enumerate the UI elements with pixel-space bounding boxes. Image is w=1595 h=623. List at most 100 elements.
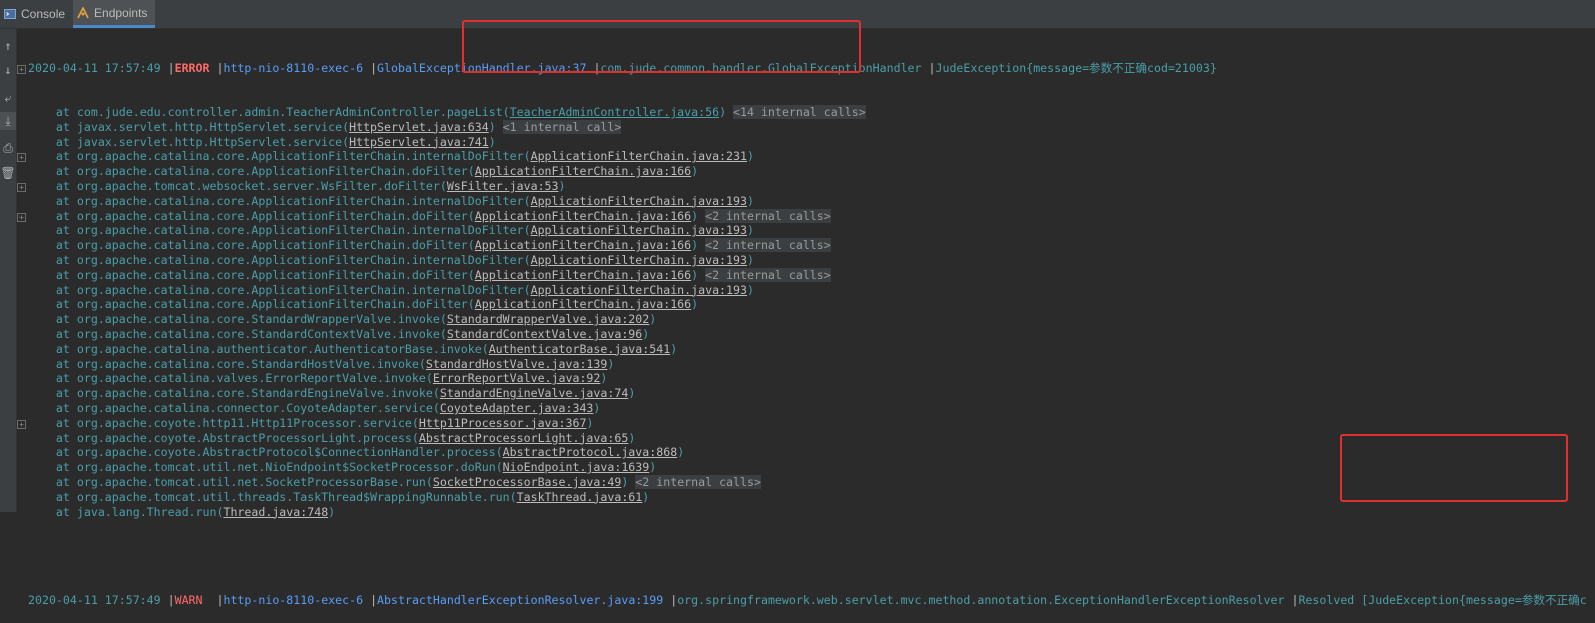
log-separator: |: [1291, 593, 1299, 608]
stack-source-link[interactable]: ApplicationFilterChain.java:193: [531, 253, 747, 267]
up-arrow-icon[interactable]: ↑: [0, 37, 16, 55]
expand-fold-icon[interactable]: +: [17, 153, 26, 163]
internal-calls-badge[interactable]: <2 internal calls>: [705, 267, 831, 282]
stack-at-keyword: at: [55, 149, 70, 164]
stack-frame: at org.apache.catalina.core.ApplicationF…: [55, 238, 831, 253]
stack-method: org.apache.catalina.core.ApplicationFilt…: [76, 223, 524, 238]
expand-fold-icon[interactable]: +: [17, 64, 26, 74]
highlight-box-top: [462, 20, 861, 73]
stack-source-link[interactable]: ApplicationFilterChain.java:193: [531, 223, 747, 237]
internal-calls-badge[interactable]: <2 internal calls>: [635, 474, 761, 489]
stack-source-link[interactable]: AbstractProtocol.java:868: [503, 445, 678, 459]
stack-method: org.apache.catalina.connector.CoyoteAdap…: [76, 400, 433, 415]
stack-at-keyword: at: [55, 297, 70, 312]
stack-source-link[interactable]: Http11Processor.java:367: [419, 416, 587, 430]
stack-frame: at com.jude.edu.controller.admin.Teacher…: [55, 104, 866, 119]
stack-source-link[interactable]: ApplicationFilterChain.java:166: [475, 268, 691, 282]
internal-calls-badge[interactable]: <2 internal calls>: [705, 238, 831, 253]
internal-calls-badge[interactable]: <14 internal calls>: [733, 104, 866, 119]
stack-source-link[interactable]: ApplicationFilterChain.java:193: [531, 194, 747, 208]
tab-endpoints[interactable]: Endpoints: [73, 0, 156, 28]
tab-console[interactable]: Console: [0, 0, 73, 28]
stack-source-link[interactable]: CoyoteAdapter.java:343: [440, 401, 594, 415]
stack-frame: at org.apache.catalina.core.ApplicationF…: [55, 193, 754, 208]
stack-source-link[interactable]: StandardHostValve.java:139: [426, 357, 607, 371]
stack-at-keyword: at: [55, 474, 70, 489]
expand-fold-icon[interactable]: +: [17, 419, 26, 429]
stack-method: javax.servlet.http.HttpServlet.service: [76, 119, 343, 134]
stack-method: org.apache.catalina.core.ApplicationFilt…: [76, 208, 468, 223]
log-separator: |: [670, 593, 678, 608]
stack-method: org.apache.coyote.AbstractProcessorLight…: [76, 430, 412, 445]
internal-calls-badge[interactable]: <2 internal calls>: [705, 208, 831, 223]
console-output: 2020-04-11 17:57:49 |ERROR |http-nio-811…: [28, 31, 1595, 623]
log-level: WARN: [174, 593, 203, 608]
print-icon[interactable]: ⎙: [0, 139, 16, 157]
stack-source-link[interactable]: HttpServlet.java:634: [349, 120, 489, 134]
stack-frame: at org.apache.catalina.core.ApplicationF…: [55, 252, 754, 267]
expand-fold-icon[interactable]: +: [17, 183, 26, 192]
stack-method: org.apache.catalina.core.ApplicationFilt…: [76, 238, 468, 253]
log-thread: http-nio-8110-exec-6: [223, 60, 364, 75]
log-separator: |: [370, 60, 378, 75]
stack-method: org.apache.tomcat.util.net.SocketProcess…: [76, 474, 426, 489]
stack-frame: at org.apache.catalina.core.ApplicationF…: [55, 149, 754, 164]
console-toolbar: ↑ ↓ ⤶ ⤓ ⎙ 🗑: [0, 29, 17, 512]
soft-wrap-icon[interactable]: ⤶: [0, 89, 16, 107]
log-message: JudeException{message=参数不正确cod=21003}: [935, 60, 1217, 75]
tab-label: Console: [21, 7, 66, 21]
log-timestamp: 2020-04-11 17:57:49: [28, 593, 161, 608]
stack-at-keyword: at: [55, 178, 70, 193]
stack-method: org.apache.catalina.core.ApplicationFilt…: [76, 267, 468, 282]
stack-source-link[interactable]: ApplicationFilterChain.java:166: [475, 209, 691, 223]
console-icon: [4, 8, 16, 20]
stack-method: org.apache.tomcat.websocket.server.WsFil…: [76, 178, 440, 193]
stack-frame: at javax.servlet.http.HttpServlet.servic…: [55, 119, 622, 134]
stack-method: org.apache.catalina.core.StandardHostVal…: [76, 356, 419, 371]
down-arrow-icon[interactable]: ↓: [0, 61, 16, 79]
stack-frame: at org.apache.catalina.core.ApplicationF…: [55, 267, 831, 282]
stack-source-link[interactable]: AuthenticatorBase.java:541: [489, 342, 670, 356]
stack-at-keyword: at: [55, 341, 70, 356]
stack-source-link[interactable]: TaskThread.java:61: [517, 490, 643, 504]
stack-source-link[interactable]: ApplicationFilterChain.java:166: [475, 297, 691, 311]
scroll-to-end-icon[interactable]: ⤓: [0, 112, 16, 130]
stack-source-link[interactable]: TeacherAdminController.java:56: [510, 105, 719, 119]
stack-method: org.apache.catalina.core.ApplicationFilt…: [76, 149, 524, 164]
stack-method: org.apache.catalina.core.ApplicationFilt…: [76, 297, 468, 312]
stack-source-link[interactable]: ApplicationFilterChain.java:193: [531, 283, 747, 297]
stack-source-link[interactable]: StandardWrapperValve.java:202: [447, 312, 649, 326]
stack-source-link[interactable]: ApplicationFilterChain.java:166: [475, 238, 691, 252]
stack-at-keyword: at: [55, 252, 70, 267]
trash-icon[interactable]: 🗑: [0, 164, 16, 182]
stack-method: org.apache.catalina.core.StandardWrapper…: [76, 312, 440, 327]
stack-frame: at org.apache.catalina.core.ApplicationF…: [55, 208, 831, 223]
stack-method: org.apache.catalina.core.StandardEngineV…: [76, 386, 433, 401]
log-separator: |: [167, 593, 175, 608]
stack-source-link[interactable]: StandardEngineValve.java:74: [440, 386, 628, 400]
stack-at-keyword: at: [55, 356, 70, 371]
stack-frame: at org.apache.coyote.http11.Http11Proces…: [55, 415, 594, 430]
stack-source-link[interactable]: StandardContextValve.java:96: [447, 327, 642, 341]
tab-label: Endpoints: [94, 5, 148, 20]
stack-at-keyword: at: [55, 193, 70, 208]
stack-method: org.apache.catalina.core.ApplicationFilt…: [76, 282, 524, 297]
stack-source-link[interactable]: ApplicationFilterChain.java:166: [475, 164, 691, 178]
stack-source-link[interactable]: WsFilter.java:53: [447, 179, 559, 193]
stack-method: org.apache.catalina.core.ApplicationFilt…: [76, 193, 524, 208]
expand-fold-icon[interactable]: +: [17, 212, 26, 222]
log-separator: |: [167, 60, 175, 75]
endpoints-icon: [77, 5, 89, 19]
stack-source-link[interactable]: SocketProcessorBase.java:49: [433, 475, 621, 489]
stack-frame: at org.apache.catalina.core.StandardWrap…: [55, 312, 657, 327]
stack-method: org.apache.coyote.http11.Http11Processor…: [76, 415, 412, 430]
stack-source-link[interactable]: ErrorReportValve.java:92: [433, 371, 601, 385]
stack-source-link[interactable]: AbstractProcessorLight.java:65: [419, 431, 628, 445]
stack-frame: at org.apache.catalina.authenticator.Aut…: [55, 341, 678, 356]
stack-source-link[interactable]: NioEndpoint.java:1639: [503, 460, 650, 474]
stack-source-link[interactable]: ApplicationFilterChain.java:231: [531, 149, 747, 163]
internal-calls-badge[interactable]: <1 internal call>: [502, 119, 622, 134]
stack-source-link[interactable]: HttpServlet.java:741: [349, 135, 489, 149]
log-timestamp: 2020-04-11 17:57:49: [28, 60, 161, 75]
